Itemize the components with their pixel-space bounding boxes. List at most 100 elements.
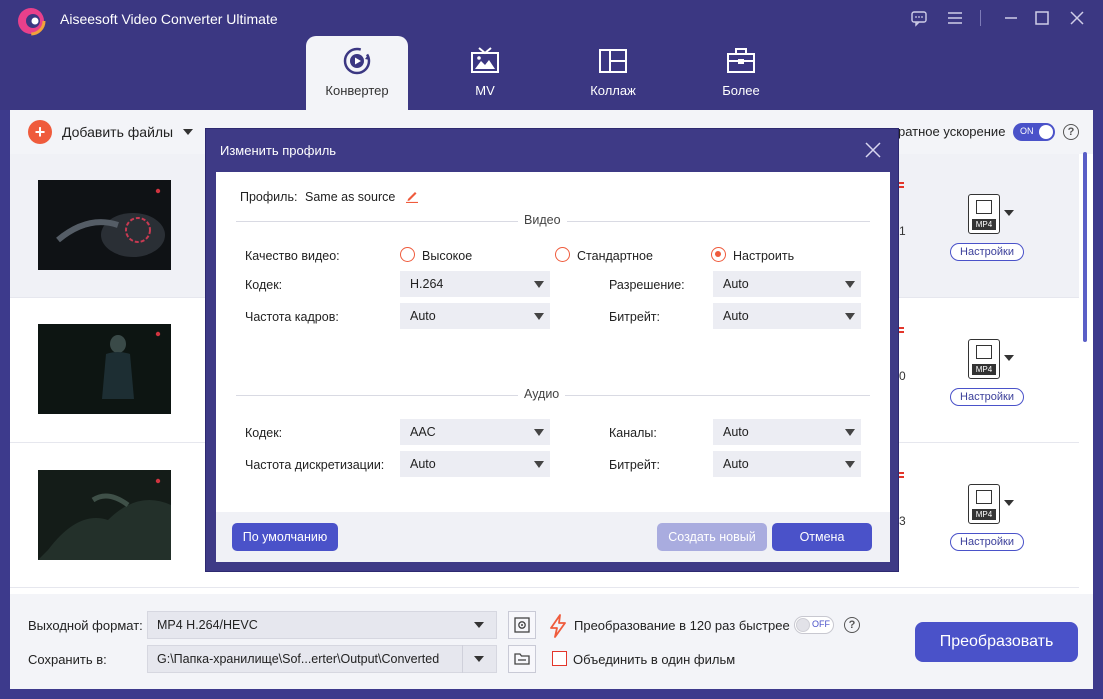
maximize-icon[interactable] [1031, 8, 1053, 28]
format-badge: MP4 [972, 364, 996, 375]
film-icon [976, 345, 992, 359]
chevron-down-icon [534, 461, 544, 468]
video-thumbnail[interactable] [38, 470, 171, 560]
video-codec-value: H.264 [410, 277, 444, 291]
dialog-title: Изменить профиль [220, 143, 337, 158]
bottom-bar: Выходной формат: MP4 H.264/HEVC Сохранит… [10, 594, 1093, 689]
chevron-down-icon[interactable] [474, 656, 484, 662]
resolution-label: Разрешение: [609, 278, 685, 292]
chevron-down-icon [845, 313, 855, 320]
save-path-value: G:\Папка-хранилище\Sof...erter\Output\Co… [157, 652, 440, 666]
help-icon[interactable]: ? [1063, 124, 1079, 140]
video-bitrate-value: Auto [723, 309, 749, 323]
output-format-select[interactable]: MP4 H.264/HEVC [147, 611, 497, 639]
chevron-down-icon [534, 429, 544, 436]
video-codec-select[interactable]: H.264 [400, 271, 550, 297]
tab-more-label: Более [722, 83, 760, 98]
hw-accel-toggle[interactable]: ON [1013, 123, 1055, 141]
merge-label: Объединить в один фильм [573, 652, 736, 667]
save-path-select[interactable]: G:\Папка-хранилище\Sof...erter\Output\Co… [147, 645, 497, 673]
close-icon[interactable] [1066, 8, 1088, 28]
chevron-down-icon[interactable] [1004, 500, 1014, 506]
output-format-value: MP4 H.264/HEVC [157, 618, 258, 632]
toggle-knob [796, 618, 810, 632]
quality-standard-label: Стандартное [577, 249, 653, 263]
cancel-button[interactable]: Отмена [772, 523, 872, 551]
close-icon[interactable] [864, 141, 882, 159]
framerate-label: Частота кадров: [245, 310, 339, 324]
format-settings-button[interactable] [508, 611, 536, 639]
create-new-button[interactable]: Создать новый [657, 523, 767, 551]
chevron-down-icon[interactable] [1004, 210, 1014, 216]
film-icon [976, 490, 992, 504]
resolution-select[interactable]: Auto [713, 271, 861, 297]
channels-select[interactable]: Auto [713, 419, 861, 445]
profile-label: Профиль: [240, 190, 298, 204]
mp4-format-icon[interactable]: MP4 [968, 194, 1000, 234]
video-thumbnail[interactable] [38, 180, 171, 270]
mp4-format-icon[interactable]: MP4 [968, 339, 1000, 379]
quality-high-label: Высокое [422, 249, 473, 263]
video-bitrate-select[interactable]: Auto [713, 303, 861, 329]
chevron-down-icon [845, 461, 855, 468]
samplerate-value: Auto [410, 457, 436, 471]
profile-value: Same as source [305, 190, 396, 204]
chevron-down-icon[interactable] [183, 129, 194, 135]
tab-collage[interactable]: Коллаж [562, 36, 664, 110]
default-button[interactable]: По умолчанию [232, 523, 338, 551]
row-info-digit: 3 [899, 514, 906, 528]
merge-checkbox[interactable] [552, 651, 567, 666]
file-list-scrollbar[interactable] [1083, 152, 1087, 342]
chevron-down-icon [845, 429, 855, 436]
app-logo-icon [16, 6, 46, 36]
add-files-label: Добавить файлы [62, 124, 174, 140]
pencil-icon[interactable] [405, 189, 419, 203]
converter-icon [343, 47, 371, 75]
audio-codec-value: AAC [410, 425, 436, 439]
speed-label: Преобразование в 120 раз быстрее [574, 618, 790, 633]
app-title: Aiseesoft Video Converter Ultimate [60, 11, 278, 27]
add-files-button[interactable]: + Добавить файлы [28, 120, 194, 144]
title-separator [980, 10, 981, 26]
settings-button[interactable]: Настройки [950, 388, 1024, 406]
speed-toggle[interactable]: OFF [794, 616, 834, 634]
minimize-icon[interactable] [1000, 8, 1022, 28]
open-folder-button[interactable] [508, 645, 536, 673]
video-thumbnail[interactable] [38, 324, 171, 414]
tab-converter-label: Конвертер [325, 83, 389, 98]
plus-icon: + [28, 120, 52, 144]
audio-codec-select[interactable]: AAC [400, 419, 550, 445]
feedback-icon[interactable] [908, 8, 930, 28]
menu-icon[interactable] [944, 8, 966, 28]
quality-custom-radio[interactable] [711, 247, 726, 262]
format-badge: MP4 [972, 509, 996, 520]
toolbox-icon [727, 48, 755, 73]
collage-icon [599, 49, 627, 73]
row-info-digit: 1 [899, 224, 906, 238]
folder-icon [514, 653, 530, 665]
chevron-down-icon[interactable] [474, 622, 484, 628]
row-info-digit: 0 [899, 369, 906, 383]
tab-converter[interactable]: Конвертер [306, 36, 408, 110]
chevron-down-icon [845, 281, 855, 288]
settings-button[interactable]: Настройки [950, 533, 1024, 551]
framerate-select[interactable]: Auto [400, 303, 550, 329]
audio-codec-label: Кодек: [245, 426, 283, 440]
channels-label: Каналы: [609, 426, 657, 440]
tab-more[interactable]: Более [690, 36, 792, 110]
settings-button[interactable]: Настройки [950, 243, 1024, 261]
audio-bitrate-select[interactable]: Auto [713, 451, 861, 477]
audio-section-title: Аудио [518, 387, 566, 401]
chevron-down-icon [534, 313, 544, 320]
quality-standard-radio[interactable] [555, 247, 570, 262]
mp4-format-icon[interactable]: MP4 [968, 484, 1000, 524]
samplerate-select[interactable]: Auto [400, 451, 550, 477]
gear-icon [514, 617, 530, 633]
tab-mv[interactable]: MV [434, 36, 536, 110]
audio-bitrate-label: Битрейт: [609, 458, 660, 472]
convert-button[interactable]: Преобразовать [915, 622, 1078, 662]
framerate-value: Auto [410, 309, 436, 323]
chevron-down-icon[interactable] [1004, 355, 1014, 361]
quality-high-radio[interactable] [400, 247, 415, 262]
help-icon[interactable]: ? [844, 617, 860, 633]
